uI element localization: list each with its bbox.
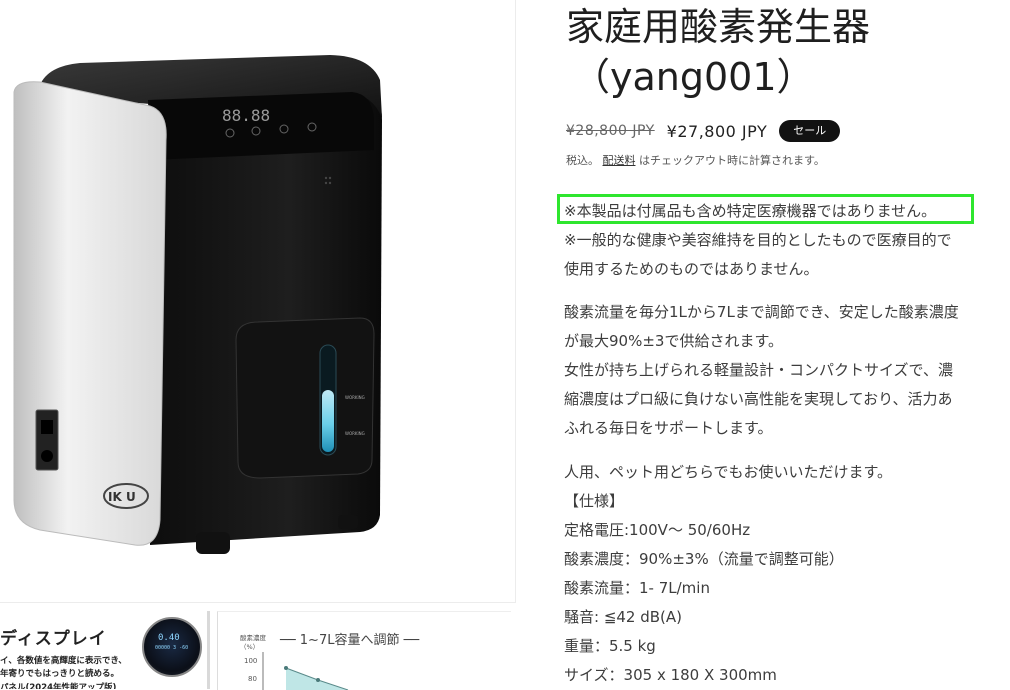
description-line: が最大90%±3で供給されます。 [564,332,783,350]
notice-line: ※一般的な健康や美容維持を目的としたもので医療目的で [564,231,952,249]
product-main-image[interactable]: 88.88 WORKING WORKING IK U [0,0,516,603]
shipping-link[interactable]: 配送料 [603,154,636,167]
product-description: 酸素流量を毎分1Lから7Lまで調節でき、安定した酸素濃度 が最大90%±3で供給… [564,298,1004,443]
product-title: 家庭用酸素発生器 （yang001） [566,2,996,102]
spec-line: 【仕様】 [564,492,625,510]
spec-line: 酸素濃度：90%±3%（流量で調整可能） [564,550,844,568]
description-line: 女性が持ち上げられる軽量設計・コンパクトサイズで、濃 [564,361,953,379]
device-display-digits: 88.88 [222,106,270,125]
oxygen-generator-illustration: 88.88 WORKING WORKING IK U [13,55,382,554]
medical-notice: ※本製品は付属品も含め特定医療機器ではありません。 ※一般的な健康や美容維持を目… [564,197,1004,284]
thumbnail-display-line: 年寄りでもはっきりと読める。 [0,669,120,679]
thumbnail-display-line: パネル(2024年性能アップ版) [0,683,117,689]
description-line: 酸素流量を毎分1Lから7Lまで調節でき、安定した酸素濃度 [564,303,959,321]
thumbnail-flow-chart[interactable]: 酸素濃度 （%） ── 1~7L容量へ調節 ── 100 80 [217,611,511,690]
price-row: ¥28,800 JPY ¥27,800 JPY セール [566,118,841,144]
spec-line: 人用、ペット用どちらでもお使いいただけます。 [564,463,893,481]
spec-line: 定格電圧:100V～ 50/60Hz [564,521,751,539]
tax-note: 税込。 配送料 はチェックアウト時に計算されます。 [566,152,825,168]
notice-line: 使用するためのものではありません。 [564,260,819,278]
spec-line: 重量：5.5 kg [564,637,656,655]
tax-prefix: 税込。 [566,154,599,167]
sale-badge: セール [779,120,841,142]
chart-area-shape [262,652,349,690]
original-price: ¥28,800 JPY [566,123,655,139]
description-line: 縮濃度はプロ級に負けない高性能を実現しており、活力あ [564,390,953,408]
spec-line: 騒音: ≦42 dB(A) [564,608,683,626]
brand-logo: IK U [108,490,136,504]
spec-line: サイズ：305 x 180 X 300mm [564,666,777,684]
product-title-line2: （yang001） [572,55,815,99]
product-title-line1: 家庭用酸素発生器 [566,5,871,49]
tax-suffix: はチェックアウト時に計算されます。 [639,154,825,167]
window-label-top: WORKING [345,395,365,400]
description-line: ふれる毎日をサポートします。 [564,419,773,437]
notice-highlighted: ※本製品は付属品も含め特定医療機器ではありません。 [564,202,937,220]
window-label-bottom: WORKING [345,431,365,436]
display-dial-image: 0.40 00000 3 -60 [142,617,202,677]
thumbnail-display[interactable]: ディスプレイ イ、各数値を高輝度に表示でき、 年寄りでもはっきりと読める。 パネ… [0,611,210,689]
thumbnail-display-title: ディスプレイ [0,629,107,649]
sale-price: ¥27,800 JPY [666,121,768,141]
product-specs: 人用、ペット用どちらでもお使いいただけます。 【仕様】 定格電圧:100V～ 5… [564,458,1004,690]
dial-subtext: 00000 3 -60 [155,645,189,651]
thumbnail-display-line: イ、各数値を高輝度に表示でき、 [0,656,127,666]
spec-line: 酸素流量：1- 7L/min [564,579,710,597]
dial-value: 0.40 [158,633,180,643]
